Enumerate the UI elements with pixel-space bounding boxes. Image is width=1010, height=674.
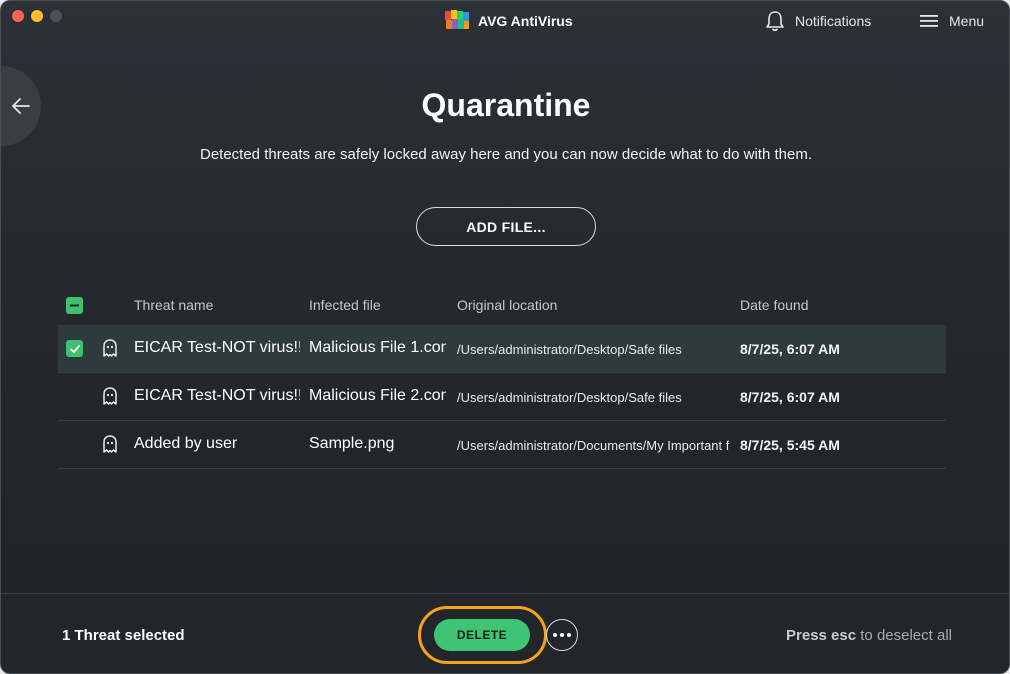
- column-header-location[interactable]: Original location: [457, 297, 557, 313]
- app-title: AVG AntiVirus: [444, 9, 573, 33]
- cell-threat: EICAR Test-NOT virus!!!: [134, 387, 300, 404]
- selected-count: 1 Threat selected: [62, 627, 185, 644]
- title-bar: AVG AntiVirus Notifications Menu: [1, 1, 1009, 41]
- app-title-text: AVG AntiVirus: [478, 13, 573, 29]
- notifications-label: Notifications: [795, 13, 872, 29]
- cell-location: /Users/administrator/Documents/My Import…: [457, 438, 729, 453]
- cell-threat: Added by user: [134, 435, 238, 452]
- esc-key-label: Press esc: [786, 627, 857, 644]
- window-maximize-button[interactable]: [50, 10, 62, 22]
- column-header-date[interactable]: Date found: [740, 297, 809, 313]
- column-header-threat[interactable]: Threat name: [134, 297, 213, 313]
- more-dots-icon: [553, 633, 571, 637]
- table-row[interactable]: EICAR Test-NOT virus!!! Malicious File 1…: [58, 325, 946, 373]
- cell-date: 8/7/25, 6:07 AM: [740, 341, 840, 357]
- row-checkbox[interactable]: [66, 340, 83, 357]
- checkmark-icon: [69, 344, 80, 353]
- action-footer: 1 Threat selected DELETE Press esc to de…: [1, 593, 1009, 673]
- cell-threat: EICAR Test-NOT virus!!!: [134, 339, 300, 356]
- window-minimize-button[interactable]: [31, 10, 43, 22]
- cell-location: /Users/administrator/Desktop/Safe files: [457, 342, 682, 357]
- delete-button[interactable]: DELETE: [434, 619, 530, 651]
- ghost-icon: [103, 339, 117, 357]
- column-header-file[interactable]: Infected file: [309, 297, 381, 313]
- page-subtitle: Detected threats are safely locked away …: [199, 146, 813, 163]
- deselect-hint: Press esc to deselect all: [786, 627, 952, 644]
- hamburger-icon: [920, 15, 938, 27]
- cell-file: Malicious File 2.com: [309, 387, 446, 404]
- bell-icon: [766, 11, 784, 32]
- window-close-button[interactable]: [12, 10, 24, 22]
- table-row[interactable]: Added by user Sample.png /Users/administ…: [58, 421, 946, 469]
- app-window: AVG AntiVirus Notifications Menu Quarant…: [0, 0, 1010, 674]
- menu-button[interactable]: Menu: [919, 9, 984, 33]
- checkbox-indeterminate-icon: [70, 304, 79, 307]
- ghost-icon: [103, 387, 117, 405]
- add-file-button[interactable]: ADD FILE...: [416, 207, 596, 246]
- menu-label: Menu: [949, 13, 985, 29]
- quarantine-table: Threat name Infected file Original locat…: [58, 285, 946, 469]
- cell-file: Malicious File 1.com: [309, 339, 446, 356]
- esc-hint-text: to deselect all: [860, 627, 952, 644]
- avg-logo: [445, 10, 469, 29]
- table-row[interactable]: EICAR Test-NOT virus!!! Malicious File 2…: [58, 373, 946, 421]
- notifications-button[interactable]: Notifications: [765, 9, 871, 33]
- ghost-icon: [103, 435, 117, 453]
- more-options-button[interactable]: [546, 619, 578, 651]
- cell-date: 8/7/25, 5:45 AM: [740, 437, 840, 453]
- select-all-checkbox[interactable]: [66, 297, 83, 314]
- cell-location: /Users/administrator/Desktop/Safe files: [457, 390, 682, 405]
- cell-date: 8/7/25, 6:07 AM: [740, 389, 840, 405]
- table-header: Threat name Infected file Original locat…: [58, 285, 946, 325]
- cell-file: Sample.png: [309, 435, 395, 452]
- page-title: Quarantine: [421, 87, 591, 123]
